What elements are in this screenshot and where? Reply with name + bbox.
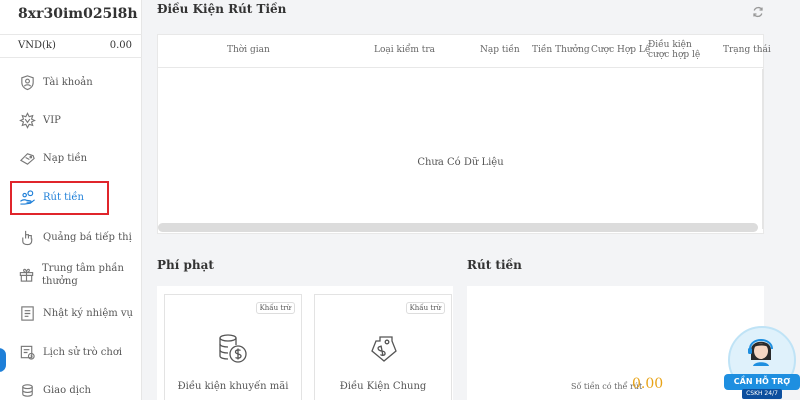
transaction-icon [18, 381, 36, 399]
conditions-table: Thời gian Loại kiểm tra Nạp tiền Tiền Th… [157, 34, 771, 234]
sidebar-item-transaction[interactable]: Giao dịch [18, 375, 138, 400]
tag-icon [366, 331, 400, 365]
sidebar-item-vip[interactable]: VIP [18, 105, 138, 135]
task-log-icon [18, 304, 36, 322]
sidebar-item-deposit[interactable]: Nạp tiền [18, 143, 138, 173]
support-widget[interactable]: CẦN HỖ TRỢ CSKH 24/7 [724, 326, 800, 400]
gift-icon [18, 265, 35, 283]
withdraw-title: Rút tiền [467, 258, 522, 272]
support-agent-icon [746, 334, 776, 368]
withdraw-panel: Số tiền có thể rút 0.00 [467, 286, 764, 400]
deduct-badge: Khấu trừ [255, 302, 295, 314]
card-name: Điều kiện khuyến mãi [177, 381, 289, 392]
vip-icon [18, 111, 36, 129]
deduct-badge: Khấu trừ [405, 302, 445, 314]
sidebar-item-promote[interactable]: Quảng bá tiếp thị [18, 222, 138, 252]
sidebar-item-account[interactable]: Tài khoản [18, 67, 138, 97]
sidebar-item-label: Giao dịch [43, 384, 91, 396]
side-float-tab[interactable] [0, 348, 6, 372]
support-banner: CẦN HỖ TRỢ [724, 374, 800, 390]
table-header: Thời gian Loại kiểm tra Nạp tiền Tiền Th… [158, 35, 771, 68]
penalty-panel: Khấu trừ Điều kiện khuyến mãi Khấu trừ Đ… [157, 286, 453, 400]
sidebar-item-label: VIP [43, 114, 61, 126]
sidebar-item-label: Nhật ký nhiệm vụ [43, 307, 133, 319]
sidebar-item-rewards[interactable]: Trung tâm phần thưởng [18, 262, 138, 296]
username: 8xr30im025l8h [18, 6, 138, 22]
balance-value: 0.00 [109, 40, 132, 51]
column-header-check-type: Loại kiểm tra [374, 45, 436, 55]
column-header-valid-bet: Cược Hợp Lệ [591, 45, 651, 55]
penalty-card-promotion[interactable]: Khấu trừ Điều kiện khuyến mãi [164, 294, 302, 400]
sidebar-item-label: Lịch sử trò chơi [43, 346, 123, 358]
currency-label: VND(k) [18, 40, 56, 51]
promote-icon [18, 228, 36, 246]
coins-icon [216, 331, 250, 365]
balance-row: VND(k) 0.00 [0, 34, 142, 58]
refresh-icon[interactable] [752, 3, 764, 18]
sidebar-item-label: Nạp tiền [43, 152, 88, 164]
penalty-title: Phí phạt [157, 258, 214, 272]
active-item-highlight [10, 181, 109, 215]
sidebar-item-task-log[interactable]: Nhật ký nhiệm vụ [18, 298, 138, 328]
account-icon [18, 73, 36, 91]
column-header-valid-bet-condition: Điều kiện cược hợp lệ [648, 40, 701, 60]
sidebar-item-label: Quảng bá tiếp thị [43, 231, 132, 243]
deposit-icon [18, 149, 36, 167]
sidebar: 8xr30im025l8h VND(k) 0.00 Tài khoản VIP … [0, 0, 142, 400]
penalty-card-general[interactable]: Khấu trừ Điều Kiện Chung [314, 294, 452, 400]
conditions-title: Điều Kiện Rút Tiền [157, 2, 287, 16]
sidebar-item-label: Tài khoản [43, 76, 93, 88]
support-hours: CSKH 24/7 [742, 389, 782, 399]
empty-message: Chưa Có Dữ Liệu [417, 157, 504, 168]
game-history-icon [18, 343, 36, 361]
card-name: Điều Kiện Chung [339, 381, 427, 392]
column-header-bonus: Tiền Thưởng [532, 45, 590, 55]
withdrawable-amount: 0.00 [632, 376, 664, 392]
column-header-status: Trạng thái [723, 45, 771, 55]
sidebar-item-game-history[interactable]: Lịch sử trò chơi [18, 337, 138, 367]
horizontal-scrollbar[interactable] [158, 223, 758, 232]
column-header-time: Thời gian [227, 45, 270, 55]
vertical-scrollbar[interactable] [762, 69, 764, 229]
column-header-deposit: Nạp tiền [480, 45, 520, 55]
sidebar-item-label: Trung tâm phần thưởng [42, 263, 124, 287]
